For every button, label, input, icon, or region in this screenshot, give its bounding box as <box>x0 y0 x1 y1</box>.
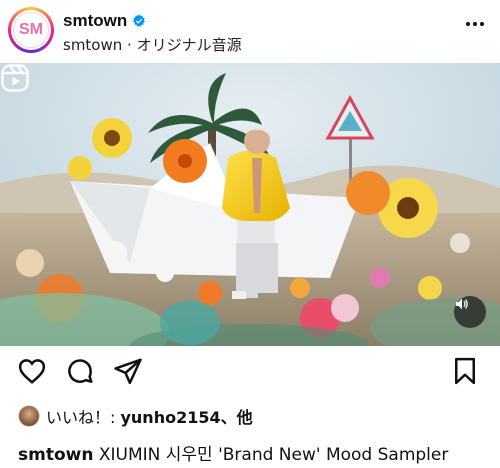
post-caption: smtown XIUMIN 시우민 'Brand New' Mood Sampl… <box>18 440 448 465</box>
liker-username[interactable]: yunho2154 <box>120 408 220 427</box>
likes-summary: いいね！: yunho2154、他 <box>18 404 253 428</box>
comment-icon[interactable] <box>65 356 95 386</box>
bookmark-icon[interactable] <box>450 356 480 386</box>
volume-button[interactable] <box>454 296 486 328</box>
heart-icon[interactable] <box>17 356 47 386</box>
username-link[interactable]: smtown <box>63 11 127 31</box>
likes-others[interactable]: 、他 <box>221 408 253 427</box>
reels-icon <box>1 64 29 92</box>
sm-logo: SM <box>13 12 49 48</box>
video-frame-illustration <box>0 63 500 346</box>
caption-text: XIUMIN 시우민 'Brand New' Mood Sampler <box>98 445 449 465</box>
send-icon[interactable] <box>113 356 143 386</box>
more-options-icon[interactable] <box>466 22 484 26</box>
liker-avatar[interactable] <box>18 405 40 427</box>
verified-badge-icon <box>133 14 146 27</box>
action-bar <box>0 356 500 392</box>
likes-prefix: いいね！: <box>46 408 121 427</box>
profile-avatar[interactable]: SM <box>8 7 54 53</box>
audio-subline[interactable]: smtown · オリジナル音源 <box>63 34 242 55</box>
caption-username[interactable]: smtown <box>18 445 93 465</box>
post-video[interactable] <box>0 63 500 346</box>
volume-icon <box>456 298 468 310</box>
post-header: SM smtown smtown · オリジナル音源 <box>0 0 500 62</box>
